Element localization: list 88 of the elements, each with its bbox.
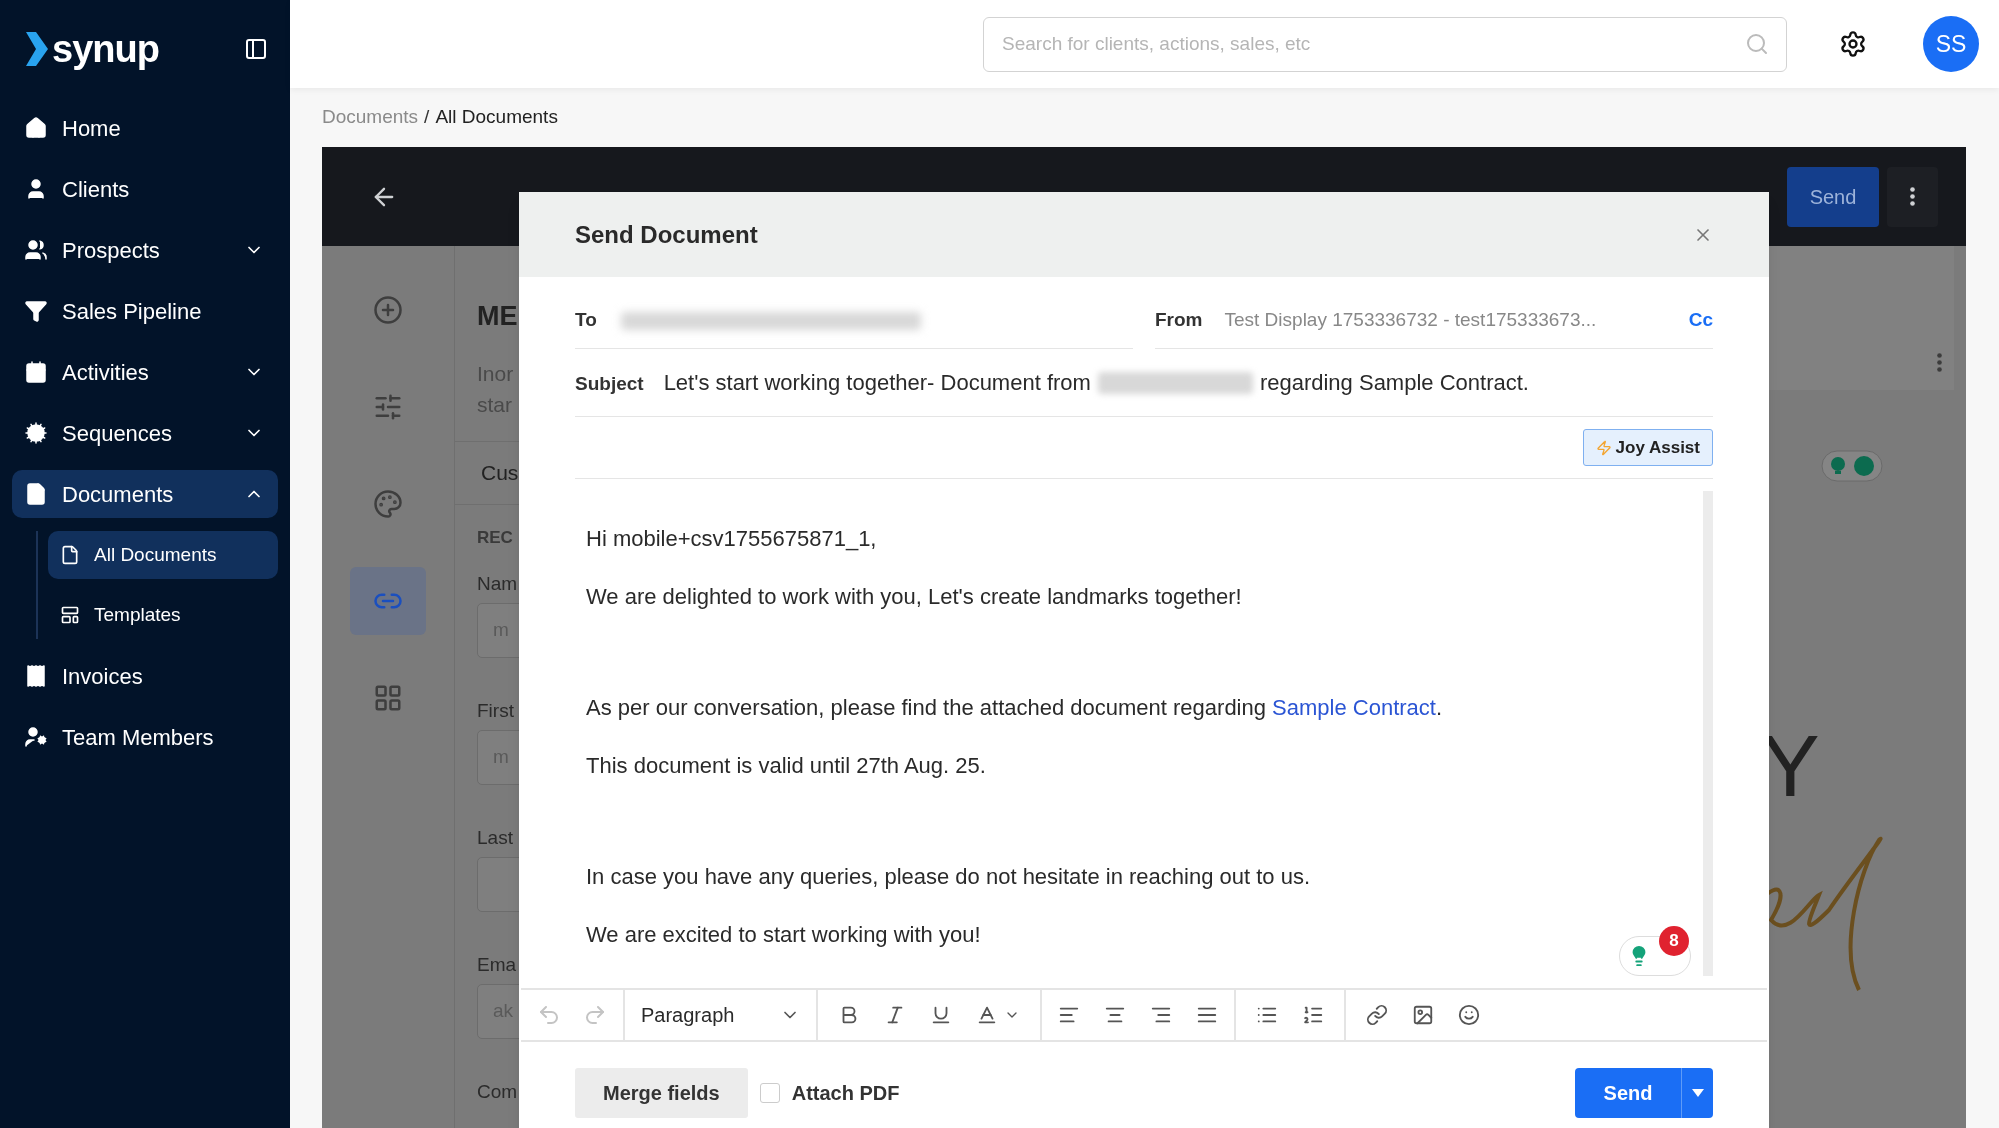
message-paragraph: As per our conversation, please find the attached document regarding Sample Contract. [586, 694, 1443, 722]
nav-subitem[interactable]: All Documents [48, 531, 278, 579]
link-icon[interactable] [1366, 1004, 1388, 1026]
field-label: From [1155, 308, 1203, 333]
nav-label: Home [62, 114, 122, 143]
nav-label: Templates [94, 602, 181, 627]
send-button[interactable]: Send [1787, 166, 1879, 227]
form-heading: ME [477, 300, 518, 333]
user-avatar[interactable]: SS [1923, 16, 1979, 72]
add-icon [373, 295, 403, 325]
nav-label: Invoices [62, 662, 144, 691]
checkbox-label: Attach PDF [791, 1081, 900, 1106]
grammar-count: 8 [1659, 926, 1689, 956]
nav-item[interactable]: Documents [12, 470, 278, 518]
calendar-icon [24, 360, 48, 384]
image-icon[interactable] [1412, 1004, 1434, 1026]
message-paragraph: We are excited to start working with you! [586, 921, 981, 949]
kebab-icon[interactable] [1937, 353, 1942, 372]
gear-icon [24, 421, 48, 445]
nav-label: Clients [62, 175, 131, 204]
numbered-list-icon[interactable] [1302, 1004, 1324, 1026]
nav-label: Sequences [62, 419, 174, 448]
nav-item[interactable]: Home [12, 104, 278, 152]
dialog-title: Send Document [575, 219, 758, 250]
nav-subitem[interactable]: Templates [48, 591, 278, 639]
nav-item[interactable]: Team Members [12, 713, 278, 761]
collapse-sidebar-icon[interactable] [244, 37, 268, 61]
nav-label: Documents [62, 480, 175, 509]
nav-item[interactable]: Sales Pipeline [12, 287, 278, 335]
message-paragraph: Hi mobile+csv1755675871_1, [586, 525, 877, 553]
palette-icon [373, 489, 403, 519]
settings-icon[interactable] [1839, 30, 1867, 58]
block-format-select[interactable]: Paragraph [625, 990, 818, 1040]
sliders-icon [373, 392, 403, 422]
lightning-icon [1595, 439, 1612, 456]
message-paragraph: In case you have any queries, please do not hesitate in reaching out to us. [586, 863, 1311, 891]
field-label: Com [477, 1080, 518, 1104]
logo-icon [26, 32, 48, 66]
form-tab[interactable]: Cus [481, 457, 519, 489]
nav-label: All Documents [94, 542, 217, 567]
message-paragraph: We are delighted to work with you, Let's create landmarks together! [586, 583, 1242, 611]
nav-item[interactable]: Invoices [12, 652, 278, 700]
brand-name: synup [52, 30, 159, 68]
nav-label: Team Members [62, 723, 215, 752]
search-field[interactable]: Search for clients, actions, sales, etc [983, 16, 1787, 72]
nav-label: Sales Pipeline [62, 297, 203, 326]
merge-fields-button[interactable]: Merge fields [575, 1068, 748, 1118]
nav-item[interactable]: Sequences [12, 409, 278, 457]
document-link[interactable]: Sample Contract [1272, 695, 1436, 720]
underline-icon[interactable] [930, 1004, 952, 1026]
breadcrumb-separator: / [424, 105, 430, 130]
emoji-icon[interactable] [1458, 1004, 1480, 1026]
document-icon [60, 545, 80, 565]
text-color-icon[interactable] [976, 1004, 998, 1026]
document-icon [24, 482, 48, 506]
nav-item[interactable]: Clients [12, 165, 278, 213]
user-gear-icon [24, 725, 48, 749]
field-label: Nam [477, 572, 518, 596]
attach-pdf-checkbox[interactable] [759, 1083, 780, 1103]
kebab-icon [1910, 187, 1915, 206]
section-label: REC [477, 527, 513, 549]
more-button[interactable] [1887, 166, 1938, 227]
nav-label: Activities [62, 358, 150, 387]
field-label: Subject [575, 372, 644, 397]
breadcrumb-item: All Documents [435, 105, 558, 130]
send-button[interactable]: Send [1575, 1068, 1681, 1118]
subject-text: Let's start working together- Document from [663, 369, 1091, 397]
field-label: To [575, 308, 597, 333]
send-options-button[interactable] [1681, 1068, 1713, 1118]
template-icon [60, 605, 80, 625]
field-label: Ema [477, 953, 517, 977]
joy-assist-button[interactable]: Joy Assist [1582, 429, 1713, 466]
people-icon [24, 238, 48, 262]
field-label: Last [477, 826, 513, 850]
receipt-icon [24, 664, 48, 688]
message-paragraph: This document is valid until 27th Aug. 25. [586, 752, 986, 780]
caret-icon [1691, 1089, 1704, 1097]
nav-item[interactable]: Prospects [12, 226, 278, 274]
field-label: First [477, 699, 514, 723]
grid-icon [373, 683, 403, 713]
document-letter: Y [1761, 722, 1821, 810]
cc-link[interactable]: Cc [1688, 306, 1713, 335]
home-icon [24, 116, 48, 140]
nav-item[interactable]: Activities [12, 348, 278, 396]
from-value: Test Display 1753336732 - test175333673... [1224, 308, 1598, 333]
funnel-icon [24, 299, 48, 323]
subject-text: regarding Sample Contract. [1259, 369, 1529, 397]
nav-label: Prospects [62, 236, 161, 265]
